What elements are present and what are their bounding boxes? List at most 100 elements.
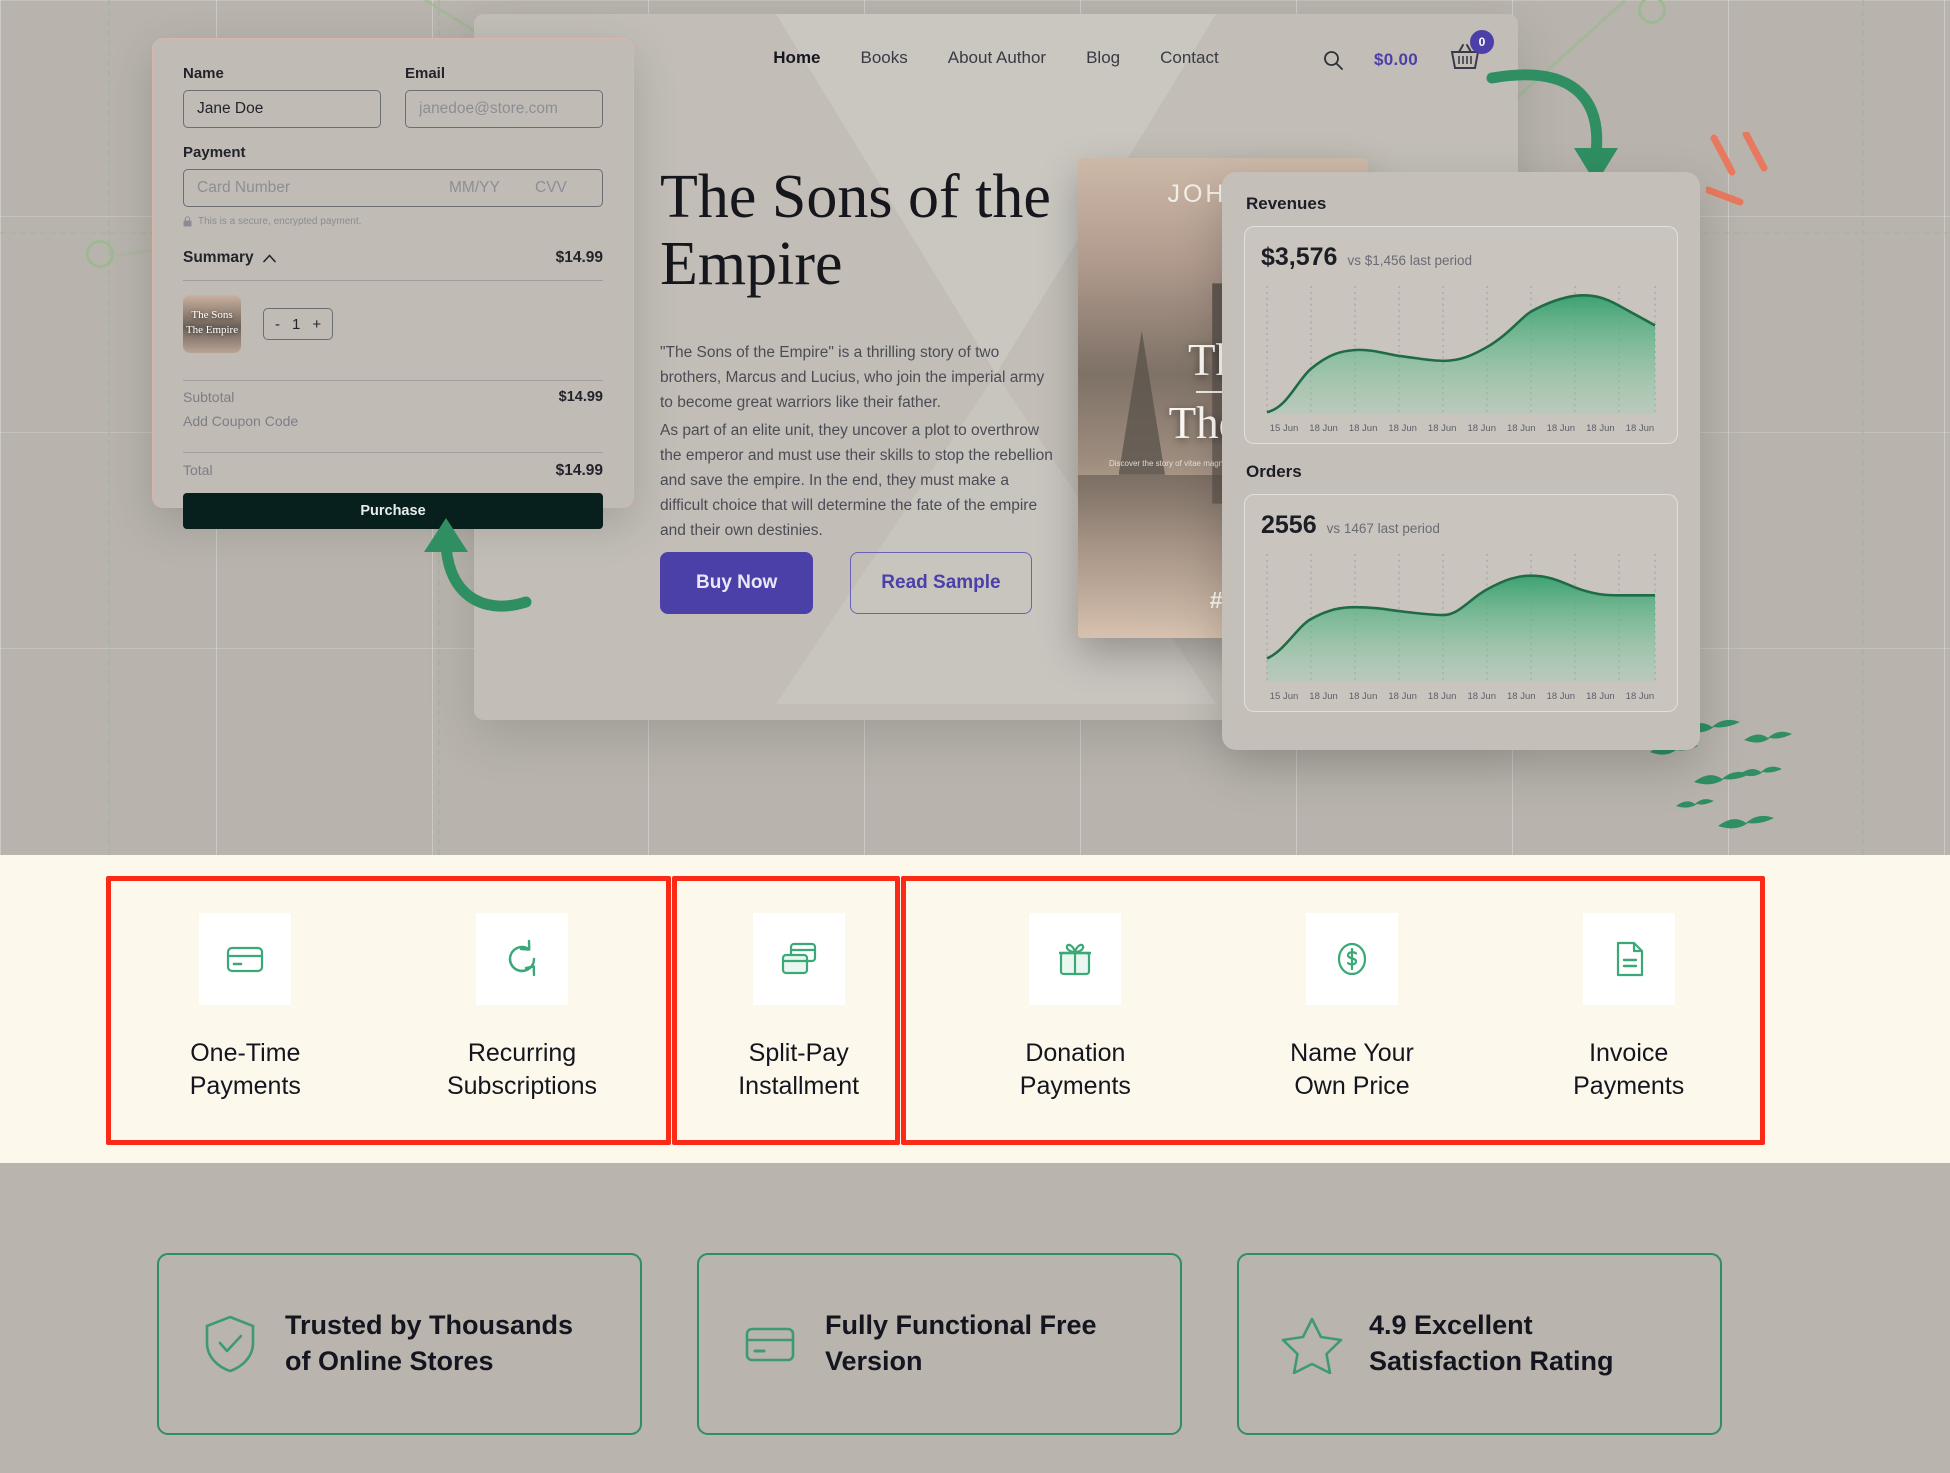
free-version-line-2: Version [825,1346,923,1376]
email-field-group: Email [405,65,603,128]
hero-paragraph-1: "The Sons of the Empire" is a thrilling … [660,344,1045,412]
payment-type-donation[interactable]: Donation Payments [937,879,1214,1141]
invoice-line-2: Payments [1573,1072,1685,1100]
revenues-tick-8: 18 Jun [1586,423,1615,434]
split-pay-icon-box [752,913,845,1005]
revenues-x-axis: 15 Jun 18 Jun 18 Jun 18 Jun 18 Jun 18 Ju… [1261,420,1661,435]
chevron-up-icon[interactable] [262,253,276,263]
quantity-value: 1 [292,315,301,333]
orders-tick-1: 18 Jun [1309,690,1338,702]
lock-icon [183,216,192,227]
payment-types-row: One-Time Payments Recurring Subscription… [107,879,1767,1141]
orders-kpi: 2556 vs 1467 last period [1261,511,1661,540]
subtotal-value: $14.99 [558,389,603,405]
orders-tick-3: 18 Jun [1388,690,1417,702]
revenues-value: $3,576 [1261,243,1338,271]
nav-item-about-author[interactable]: About Author [948,48,1046,68]
buy-now-button[interactable]: Buy Now [660,552,814,614]
trust-badge-trusted: Trusted by Thousands of Online Stores [157,1253,642,1435]
revenues-tick-4: 18 Jun [1427,423,1457,434]
payment-type-recurring[interactable]: Recurring Subscriptions [384,879,661,1141]
hero-paragraph-2: As part of an elite unit, they uncover a… [660,422,1053,540]
name-email-row: Name Email [183,65,603,128]
payment-type-invoice[interactable]: Invoice Payments [1490,879,1767,1141]
credit-card-icon [227,946,264,973]
rating-line-2: Satisfaction Rating [1369,1346,1614,1376]
recurring-arrows-icon [508,939,536,977]
nav-item-blog[interactable]: Blog [1086,48,1120,68]
name-your-price-label: Name Your Own Price [1290,1037,1414,1103]
orders-tick-0: 15 Jun [1269,690,1299,702]
orders-title: Orders [1246,461,1302,481]
nav-item-contact[interactable]: Contact [1160,48,1219,68]
checkout-card: Name Email Payment Card Number MM/YY CVV… [152,38,634,529]
quantity-increment-button[interactable]: + [312,316,321,333]
name-label: Name [183,65,224,82]
analytics-panel: Revenues $3,576 vs $1,456 last period 15… [1222,172,1700,750]
card-cvv-placeholder[interactable]: CVV [535,179,589,197]
cart-total: $0.00 [1373,49,1418,69]
trust-badges-row: Trusted by Thousands of Online Stores Fu… [157,1253,1722,1435]
revenues-tick-6: 18 Jun [1507,423,1536,434]
trust-badge-free-version: Fully Functional Free Version [697,1253,1182,1435]
revenues-kpi: $3,576 vs $1,456 last period [1261,243,1661,272]
nav-item-books[interactable]: Books [861,48,908,68]
add-coupon-code-link[interactable]: Add Coupon Code [183,405,603,439]
payment-type-split-pay[interactable]: Split-Pay Installment [660,879,937,1141]
cart-button[interactable]: 0 [1448,30,1494,77]
summary-toggle[interactable]: Summary [183,249,276,267]
split-pay-line-1: Split-Pay [748,1039,849,1067]
recurring-label: Recurring Subscriptions [447,1037,597,1103]
name-your-price-icon-box [1306,913,1399,1005]
name-your-price-line-2: Own Price [1294,1072,1410,1100]
hero-stage: Home Books About Author Blog Contact $0.… [0,0,1950,855]
nav-item-home[interactable]: Home [773,48,820,68]
name-input[interactable] [183,90,381,128]
one-time-line-1: One-Time [190,1039,301,1067]
credit-card-icon [745,1327,795,1362]
trusted-line-1: Trusted by Thousands [285,1310,574,1341]
free-version-text: Fully Functional Free Version [825,1308,1097,1379]
card-number-placeholder[interactable]: Card Number [197,179,449,197]
payment-type-one-time[interactable]: One-Time Payments [107,879,384,1141]
revenues-tick-7: 18 Jun [1546,423,1576,434]
summary-header[interactable]: Summary $14.99 [183,249,603,267]
total-label: Total [183,462,213,478]
dashed-guide-right [1862,0,1864,855]
subtotal-label: Subtotal [183,389,235,405]
revenues-tick-3: 18 Jun [1388,423,1417,434]
name-your-price-line-1: Name Your [1290,1039,1414,1067]
free-version-line-1: Fully Functional Free [825,1310,1097,1341]
orders-tick-9: 18 Jun [1625,690,1655,702]
card-input-row[interactable]: Card Number MM/YY CVV [183,169,603,207]
quantity-stepper[interactable]: - 1 + [263,308,334,340]
invoice-label: Invoice Payments [1573,1037,1684,1103]
orders-tick-4: 18 Jun [1427,690,1457,702]
revenues-chart [1261,282,1661,420]
hero-actions: Buy Now Read Sample [660,552,1032,614]
revenues-tick-0: 15 Jun [1269,423,1299,434]
orders-tick-7: 18 Jun [1546,690,1576,702]
card-expiry-placeholder[interactable]: MM/YY [449,179,535,197]
orders-tick-2: 18 Jun [1348,690,1378,702]
split-pay-line-2: Installment [738,1072,860,1100]
recurring-line-2: Subscriptions [446,1072,598,1100]
site-utility-nav[interactable]: $0.00 0 [1322,30,1494,77]
donation-line-2: Payments [1019,1072,1131,1100]
read-sample-button[interactable]: Read Sample [850,552,1032,614]
email-input[interactable] [405,90,603,128]
recurring-line-1: Recurring [467,1039,577,1067]
orders-x-axis: 15 Jun 18 Jun 18 Jun 18 Jun 18 Jun 18 Ju… [1261,688,1661,703]
revenues-comparison: vs $1,456 last period [1347,253,1473,268]
payment-type-name-your-price[interactable]: Name Your Own Price [1214,879,1491,1141]
donation-line-1: Donation [1025,1039,1126,1067]
item-thumbnail: The Sons The Empire [183,295,241,353]
orders-comparison: vs 1467 last period [1326,520,1440,536]
search-icon[interactable] [1322,49,1344,71]
summary-label: Summary [183,249,254,266]
gift-box-icon [1059,943,1092,976]
revenues-tick-1: 18 Jun [1309,423,1338,434]
trusted-line-2: of Online Stores [285,1346,494,1376]
donation-icon-box [1029,913,1122,1005]
quantity-decrement-button[interactable]: - [275,316,280,333]
